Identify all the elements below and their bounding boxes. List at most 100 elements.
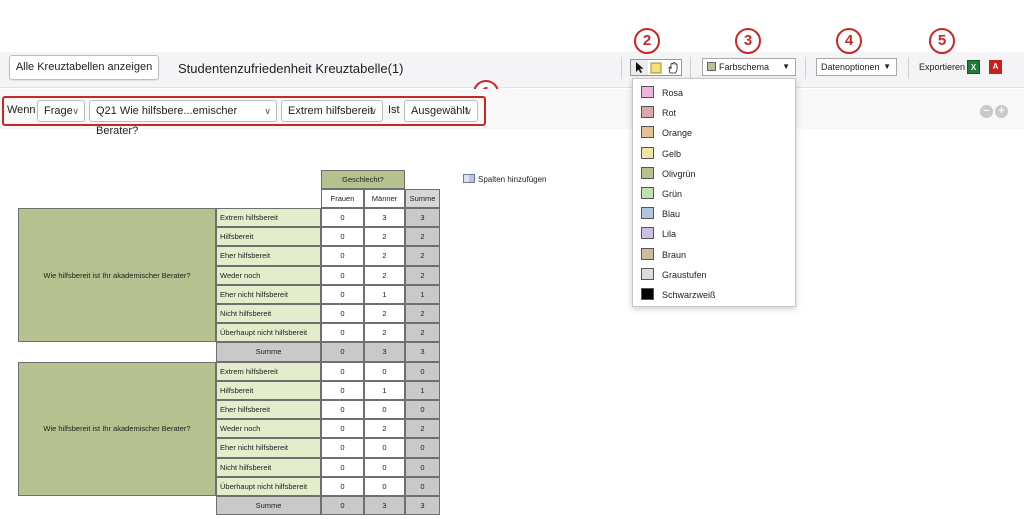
table-cell: 0 [321,400,364,420]
sum-row-label: Summe [216,342,321,362]
highlight-icon[interactable] [648,60,665,75]
color-swatch-icon [641,227,654,240]
table-cell: 2 [405,246,440,266]
pdf-export-icon[interactable]: A [989,60,1002,74]
filter-when-label: Wenn [7,104,36,116]
color-scheme-option-label: Grün [662,189,683,199]
chevron-down-icon: ∨ [264,106,271,116]
hand-icon[interactable] [664,60,681,75]
color-scheme-option[interactable]: Rosa [641,86,683,102]
select-arrow-icon[interactable] [631,60,648,75]
table-cell: 0 [321,476,364,496]
table-cell: 2 [405,323,440,343]
table-cell: 0 [405,438,440,458]
excel-export-icon[interactable]: X [967,60,980,74]
filter-is-label: Ist [388,104,400,116]
row-label[interactable]: Hilfsbereit [216,227,321,247]
row-label[interactable]: Überhaupt nicht hilfsbereit [216,323,321,343]
table-cell: 0 [321,284,364,304]
table-cell: 2 [405,419,440,439]
table-cell: 2 [405,265,440,285]
column-header[interactable]: Frauen [321,189,364,208]
color-scheme-option[interactable]: Blau [641,207,680,223]
callout-3: 3 [735,28,761,54]
table-cell: 0 [405,476,440,496]
color-scheme-dropdown[interactable]: Farbschema ▼ [702,58,796,76]
table-cell: 0 [364,476,405,496]
row-label[interactable]: Eher hilfsbereit [216,400,321,420]
column-header[interactable]: Männer [364,189,405,208]
row-label[interactable]: Eher nicht hilfsbereit [216,284,321,304]
table-cell: 3 [405,208,440,228]
table-cell: 0 [364,400,405,420]
callout-2: 2 [634,28,660,54]
color-scheme-option[interactable]: Braun [641,247,687,264]
tool-group [630,59,682,76]
table-cell: 0 [364,457,405,477]
row-label[interactable]: Nicht hilfsbereit [216,304,321,324]
filter-state-value: Ausgewählt [411,105,468,117]
table-cell: 0 [321,208,364,228]
sum-row-label: Summe [216,496,321,516]
column-header[interactable]: Summe [405,189,440,208]
color-scheme-option-label: Schwarzweiß [662,290,716,300]
table-cell: 1 [405,284,440,304]
table-cell: 2 [364,227,405,247]
color-swatch-icon [641,187,654,199]
row-label[interactable]: Eher hilfsbereit [216,246,321,266]
filter-answer-select[interactable]: Extrem hilfsbereit ∨ [281,100,383,122]
row-group-header[interactable]: Wie hilfsbereit ist Ihr akademischer Ber… [18,208,216,343]
column-group-header[interactable]: Geschlecht? [321,170,405,189]
color-scheme-menu: Rosa Rot Orange Gelb Olivgrün Grün Blau Lila Bra… [632,78,796,307]
chevron-down-icon: ∨ [72,106,79,116]
color-scheme-option[interactable]: Lila [641,227,676,243]
sum-cell: 0 [321,496,364,516]
export-label: Exportieren [919,62,966,72]
color-scheme-option-label: Graustufen [662,269,707,280]
row-label[interactable]: Überhaupt nicht hilfsbereit [216,476,321,496]
sum-cell: 3 [405,342,440,362]
color-swatch-icon [641,106,654,119]
row-label[interactable]: Extrem hilfsbereit [216,361,321,381]
color-scheme-option[interactable]: Orange [641,126,692,142]
row-label[interactable]: Hilfsbereit [216,380,321,400]
table-cell: 2 [364,246,405,266]
color-scheme-option[interactable]: Graustufen [641,267,707,284]
toolbar-divider [908,57,909,79]
table-cell: 2 [364,304,405,324]
row-label[interactable]: Extrem hilfsbereit [216,208,321,228]
filter-question-value: Q21 Wie hilfsbere...emischer Berater? [96,105,238,137]
filter-state-select[interactable]: Ausgewählt ∨ [404,100,478,122]
color-scheme-option[interactable]: Gelb [641,146,681,163]
table-cell: 2 [364,265,405,285]
color-scheme-option[interactable]: Rot [641,106,676,122]
filter-question-select[interactable]: Q21 Wie hilfsbere...emischer Berater? ∨ [89,100,277,137]
sum-cell: 3 [405,496,440,516]
table-cell: 0 [321,304,364,324]
row-label[interactable]: Eher nicht hilfsbereit [216,438,321,458]
table-cell: 1 [364,380,405,400]
data-options-dropdown[interactable]: Datenoptionen ▼ [816,58,897,76]
add-columns-label: Spalten hinzufügen [478,175,547,184]
color-scheme-option-label: Braun [662,249,687,260]
toolbar-divider [621,57,622,79]
remove-filter-icon[interactable]: − [980,105,993,118]
filter-type-select[interactable]: Frage ∨ [37,100,85,122]
page-title: Studentenzufriedenheit Kreuztabelle(1) [178,61,404,76]
color-swatch-icon [641,267,654,280]
row-label[interactable]: Weder noch [216,419,321,439]
row-group-header[interactable]: Wie hilfsbereit ist Ihr akademischer Ber… [18,361,216,496]
columns-icon [463,174,475,183]
color-scheme-option[interactable]: Olivgrün [641,166,696,183]
table-cell: 2 [364,419,405,439]
add-filter-icon[interactable]: + [995,105,1008,118]
add-columns-button[interactable]: Spalten hinzufügen [463,174,547,184]
show-all-crosstabs-button[interactable]: Alle Kreuztabellen anzeigen [9,55,159,80]
color-scheme-label: Farbschema [719,62,770,72]
toolbar-divider [805,57,806,79]
color-scheme-option[interactable]: Grün [641,187,682,203]
color-scheme-option-label: Lila [662,229,677,240]
color-scheme-option[interactable]: Schwarzweiß [641,288,716,304]
row-label[interactable]: Nicht hilfsbereit [216,457,321,477]
row-label[interactable]: Weder noch [216,265,321,285]
